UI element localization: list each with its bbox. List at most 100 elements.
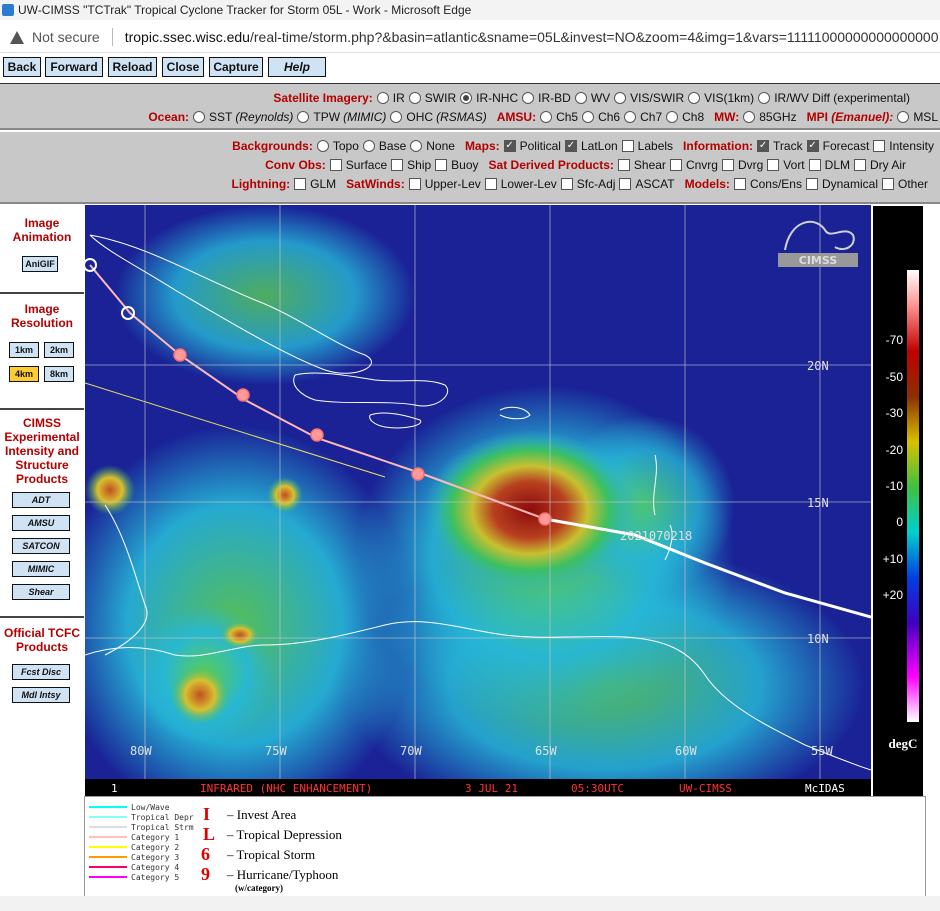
models-label: Models: <box>684 177 730 191</box>
shear-button[interactable]: Shear <box>12 584 70 600</box>
check-sfc-adj[interactable]: Sfc-Adj <box>560 177 615 191</box>
window-titlebar: UW-CIMSS "TCTrak" Tropical Cyclone Track… <box>0 0 940 20</box>
hurricane-symbol: 9 <box>201 864 210 884</box>
check-lower-lev[interactable]: Lower-Lev <box>484 177 557 191</box>
legend-lines: Low/Wave Tropical Depr Tropical Strm Cat… <box>89 803 194 882</box>
radio-tpw[interactable]: TPW (MIMIC) <box>297 110 386 124</box>
radio-ir[interactable]: IR <box>376 91 405 105</box>
radio-none[interactable]: None <box>410 139 455 153</box>
check-dvrg[interactable]: Dvrg <box>721 158 763 172</box>
ocean-label: Ocean: <box>148 110 190 124</box>
hurricane-label: – Hurricane/Typhoon <box>226 867 339 882</box>
check-buoy[interactable]: Buoy <box>435 158 479 172</box>
security-label[interactable]: Not secure <box>32 29 100 45</box>
check-cons-ens[interactable]: Cons/Ens <box>733 177 802 191</box>
check-surface[interactable]: Surface <box>329 158 387 172</box>
radio-ir-bd[interactable]: IR-BD <box>522 91 571 105</box>
check-forecast[interactable]: ✓ Forecast <box>806 139 869 153</box>
caption-product: INFRARED (NHC ENHANCEMENT) <box>200 782 372 795</box>
back-button[interactable]: Back <box>3 57 41 77</box>
check-ascat[interactable]: ASCAT <box>619 177 675 191</box>
radio-msl[interactable]: MSL <box>897 110 938 124</box>
legend-line-label: Category 1 <box>131 833 179 842</box>
check-intensity[interactable]: Intensity <box>873 139 934 153</box>
satellite-image[interactable]: 20N 15N 10N 80W 75W 70W 65W 60W 55W 2021… <box>85 205 871 796</box>
radio-topo[interactable]: Topo <box>316 139 359 153</box>
radio-base[interactable]: Base <box>362 139 406 153</box>
lon-label: 70W <box>400 744 422 758</box>
close-button[interactable]: Close <box>162 57 204 77</box>
mcidas-label: McIDAS <box>805 782 845 795</box>
check-glm[interactable]: GLM <box>294 177 336 191</box>
depression-label: – Tropical Depression <box>226 827 342 842</box>
amsu-button[interactable]: AMSU <box>12 515 70 531</box>
check-track[interactable]: ✓ Track <box>757 139 803 153</box>
temperature-colorbar: -70 -50 -30 -20 -10 0 +10 +20 degC <box>873 206 923 796</box>
colorbar-svg: -70 -50 -30 -20 -10 0 +10 +20 degC <box>883 270 919 751</box>
lon-label: 55W <box>811 744 833 758</box>
radio-vis-swir[interactable]: VIS/SWIR <box>614 91 684 105</box>
mdl-intsy-button[interactable]: Mdl Intsy <box>12 687 70 703</box>
colorbar-unit: degC <box>889 736 918 751</box>
check-upper-lev[interactable]: Upper-Lev <box>408 177 481 191</box>
radio-ch5[interactable]: Ch5 <box>540 110 578 124</box>
radio-ir-nhc[interactable]: IR-NHC <box>460 91 518 105</box>
check-ship[interactable]: Ship <box>391 158 431 172</box>
cimss-logo-text: CIMSS <box>799 254 838 267</box>
resolution-section: Image Resolution 1km 2km 4km 8km <box>0 294 84 410</box>
res-8km-button[interactable]: 8km <box>44 366 74 382</box>
check-latlon[interactable]: ✓ LatLon <box>564 139 618 153</box>
satwinds-label: SatWinds: <box>346 177 405 191</box>
track-point <box>173 348 187 362</box>
url-path: /real-time/storm.php?&basin=atlantic&sna… <box>249 29 939 45</box>
check-political[interactable]: ✓ Political <box>503 139 561 153</box>
warning-icon[interactable] <box>10 30 24 44</box>
radio-sst[interactable]: SST (Reynolds) <box>193 110 293 124</box>
check-labels[interactable]: Labels <box>621 139 673 153</box>
radio-vis-1km[interactable]: VIS(1km) <box>688 91 754 105</box>
radio-85ghz[interactable]: 85GHz <box>743 110 797 124</box>
convection-cell-c <box>267 477 303 513</box>
satellite-label: Satellite Imagery: <box>273 91 373 105</box>
res-4km-button[interactable]: 4km <box>9 366 39 382</box>
storm-core <box>425 430 635 590</box>
address-bar[interactable]: Not secure tropic.ssec.wisc.edu/real-tim… <box>0 22 940 53</box>
imagery-options-panel: Satellite Imagery: IR SWIR IR-NHC IR-BD … <box>0 84 940 130</box>
fcst-disc-button[interactable]: Fcst Disc <box>12 664 70 680</box>
check-dlm[interactable]: DLM <box>808 158 850 172</box>
check-other[interactable]: Other <box>881 177 928 191</box>
check-shear[interactable]: Shear <box>617 158 666 172</box>
satcon-button[interactable]: SATCON <box>12 538 70 554</box>
caption-time: 05:30UTC <box>571 782 624 795</box>
help-button[interactable]: Help <box>268 57 326 77</box>
backgrounds-row: Backgrounds: Topo Base None Maps: ✓ Polit… <box>226 137 938 155</box>
radio-ohc[interactable]: OHC (RSMAS) <box>390 110 487 124</box>
colorbar-tick: -20 <box>886 443 904 457</box>
mimic-button[interactable]: MIMIC <box>12 561 70 577</box>
radio-swir[interactable]: SWIR <box>408 91 456 105</box>
overlay-options-panel: Backgrounds: Topo Base None Maps: ✓ Polit… <box>0 132 940 204</box>
anigif-button[interactable]: AniGIF <box>22 256 58 272</box>
check-dynamical[interactable]: Dynamical <box>805 177 878 191</box>
maps-label: Maps: <box>464 139 500 153</box>
radio-ir-wv-diff[interactable]: IR/WV Diff (experimental) <box>758 91 910 105</box>
radio-ch6[interactable]: Ch6 <box>582 110 620 124</box>
url-text[interactable]: tropic.ssec.wisc.edu/real-time/storm.php… <box>125 29 939 45</box>
check-cnvrg[interactable]: Cnvrg <box>669 158 718 172</box>
colorbar-tick: -30 <box>886 406 904 420</box>
caption-date: 3 JUL 21 <box>465 782 518 795</box>
edge-app-icon <box>2 4 14 16</box>
res-1km-button[interactable]: 1km <box>9 342 39 358</box>
reload-button[interactable]: Reload <box>108 57 157 77</box>
res-2km-button[interactable]: 2km <box>44 342 74 358</box>
adt-button[interactable]: ADT <box>12 492 70 508</box>
radio-wv[interactable]: WV <box>574 91 610 105</box>
capture-button[interactable]: Capture <box>209 57 263 77</box>
forward-button[interactable]: Forward <box>45 57 103 77</box>
convobs-label: Conv Obs: <box>265 158 326 172</box>
radio-ch8[interactable]: Ch8 <box>666 110 704 124</box>
check-dry-air[interactable]: Dry Air <box>854 158 906 172</box>
radio-ch7[interactable]: Ch7 <box>624 110 662 124</box>
check-vort[interactable]: Vort <box>767 158 805 172</box>
convection-cell-s <box>220 621 260 649</box>
